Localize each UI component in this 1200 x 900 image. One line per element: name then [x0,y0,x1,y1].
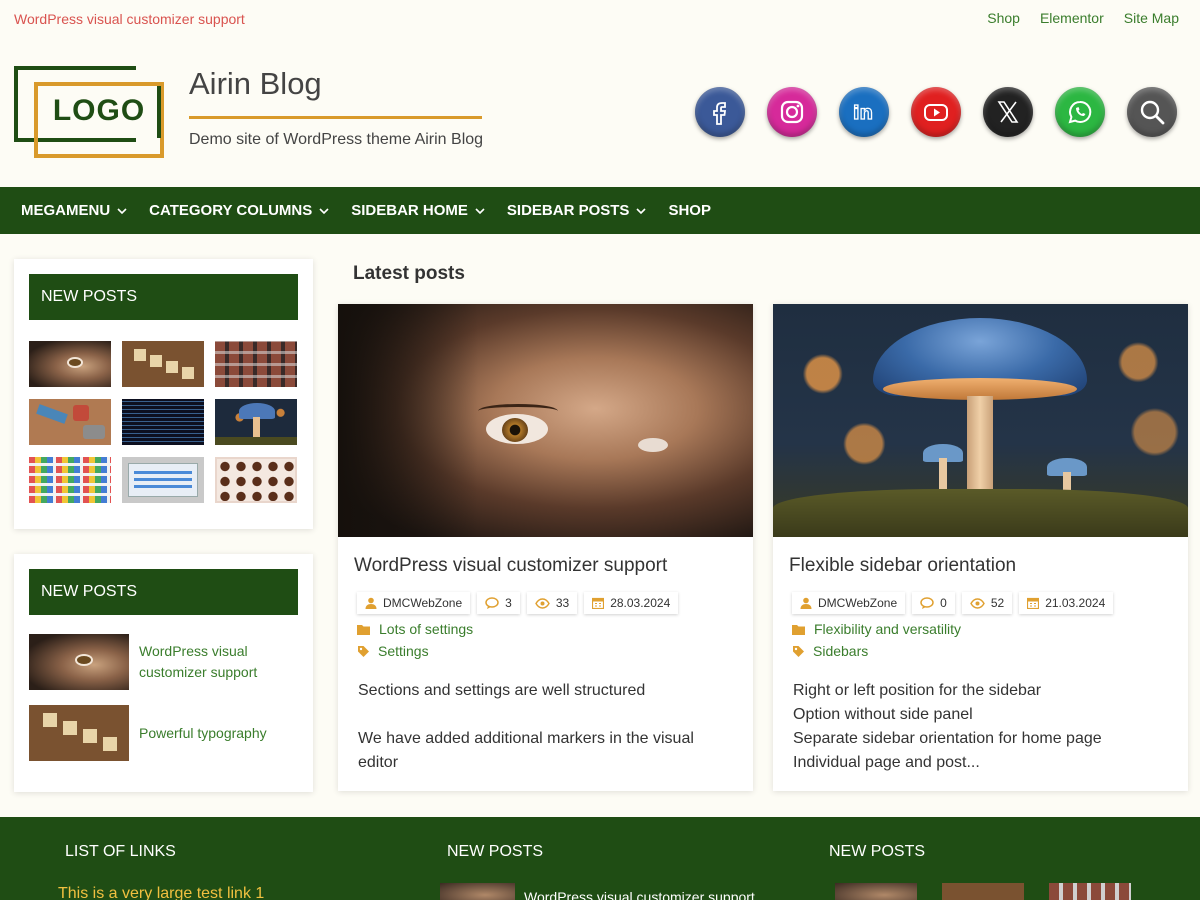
nav-item-shop[interactable]: SHOP [668,202,711,219]
site-description: Demo site of WordPress theme Airin Blog [189,131,484,148]
linkedin-icon[interactable]: in [839,87,889,137]
chevron-down-icon [117,207,127,214]
x-icon[interactable] [983,87,1033,137]
post-thumbnail[interactable] [215,399,297,445]
user-icon [365,597,377,609]
post-category[interactable]: Flexibility and versatility [792,621,961,637]
widget-title: NEW POSTS [29,569,298,615]
top-link-site-map[interactable]: Site Map [1124,10,1179,26]
folder-icon [357,624,370,635]
sidebar-widget-new-posts-grid: NEW POSTS [14,259,313,529]
sidebar-widget-new-posts-list: NEW POSTS WordPress visual customizer su… [14,554,313,792]
post-thumbnail[interactable] [1049,883,1131,900]
post-card: WordPress visual customizer support DMCW… [338,304,753,791]
post-title[interactable]: Flexible sidebar orientation [789,555,1016,577]
author-badge[interactable]: DMCWebZone [792,592,906,614]
chevron-down-icon [636,207,647,214]
date-badge: 21.03.2024 [1019,592,1114,614]
site-logo[interactable]: LOGO [14,66,164,158]
author-badge[interactable]: DMCWebZone [357,592,471,614]
nav-item-sidebar-posts[interactable]: SIDEBAR POSTS [507,202,647,219]
footer-post-link[interactable]: WordPress visual customizer support [524,889,755,900]
top-notice-link[interactable]: WordPress visual customizer support [14,11,245,27]
list-item: Powerful typography [29,705,279,761]
post-featured-image[interactable] [338,304,753,537]
post-thumbnail[interactable] [29,399,111,445]
post-thumbnail[interactable] [122,341,204,387]
title-divider [189,116,482,119]
post-thumbnail[interactable] [29,634,129,690]
post-list: WordPress visual customizer support Powe… [29,634,279,776]
views-badge: 52 [961,592,1013,614]
footer-link[interactable]: This is a very large test link 1 [58,885,264,900]
tag-icon [358,645,369,657]
list-item: WordPress visual customizer support [29,634,279,690]
social-icons: in [695,87,1177,137]
post-excerpt: Right or left position for the sidebar O… [793,682,1102,771]
date-badge: 28.03.2024 [584,592,679,614]
post-thumbnail[interactable] [29,457,111,503]
logo-text: LOGO [52,94,146,127]
post-tag[interactable]: Settings [357,643,429,659]
site-title[interactable]: Airin Blog [189,66,322,102]
post-title[interactable]: WordPress visual customizer support [354,555,667,577]
chevron-down-icon [319,207,329,214]
post-thumbnail[interactable] [122,457,204,503]
top-bar: WordPress visual customizer support Shop… [0,0,1200,38]
thumbnail-grid [29,341,297,503]
comments-badge[interactable]: 3 [477,592,520,614]
comment-icon [485,597,499,609]
post-featured-image[interactable] [773,304,1188,537]
site-footer: LIST OF LINKS NEW POSTS NEW POSTS This i… [0,817,1200,900]
youtube-icon[interactable] [911,87,961,137]
comment-icon [920,597,934,609]
top-link-elementor[interactable]: Elementor [1040,10,1104,26]
eye-icon [970,597,985,609]
post-tag[interactable]: Sidebars [792,643,868,659]
nav-item-sidebar-home[interactable]: SIDEBAR HOME [351,202,485,219]
post-link[interactable]: Powerful typography [139,723,279,744]
main-navigation: MEGAMENU CATEGORY COLUMNS SIDEBAR HOME S… [0,187,1200,234]
footer-heading-new-posts: NEW POSTS [829,843,926,860]
instagram-icon[interactable] [767,87,817,137]
search-icon[interactable] [1127,87,1177,137]
top-links: Shop Elementor Site Map [987,10,1179,26]
post-card: Flexible sidebar orientation DMCWebZone … [773,304,1188,791]
post-category[interactable]: Lots of settings [357,621,473,637]
post-thumbnail[interactable] [29,705,129,761]
svg-text:in: in [853,102,873,124]
views-badge: 33 [526,592,578,614]
widget-title: NEW POSTS [29,274,298,320]
nav-item-megamenu[interactable]: MEGAMENU [21,202,127,219]
whatsapp-icon[interactable] [1055,87,1105,137]
post-link[interactable]: WordPress visual customizer support [139,641,279,683]
post-thumbnail[interactable] [835,883,917,900]
post-thumbnail[interactable] [29,341,111,387]
eye-icon [535,597,550,609]
footer-heading-new-posts: NEW POSTS [447,843,544,860]
post-thumbnail[interactable] [440,883,515,900]
post-meta: DMCWebZone 3 33 28.03.2024 [357,592,679,614]
comments-badge[interactable]: 0 [912,592,955,614]
top-link-shop[interactable]: Shop [987,10,1020,26]
post-excerpt: Sections and settings are well structure… [358,682,694,771]
post-thumbnail[interactable] [215,457,297,503]
user-icon [800,597,812,609]
post-thumbnail[interactable] [122,399,204,445]
page-title: Latest posts [353,263,465,284]
chevron-down-icon [475,207,485,214]
post-thumbnail[interactable] [942,883,1024,900]
footer-heading-links: LIST OF LINKS [65,843,176,860]
nav-item-category-columns[interactable]: CATEGORY COLUMNS [149,202,329,219]
folder-icon [792,624,805,635]
calendar-icon [592,597,605,609]
post-meta: DMCWebZone 0 52 21.03.2024 [792,592,1114,614]
tag-icon [793,645,804,657]
facebook-icon[interactable] [695,87,745,137]
post-thumbnail[interactable] [215,341,297,387]
calendar-icon [1027,597,1040,609]
